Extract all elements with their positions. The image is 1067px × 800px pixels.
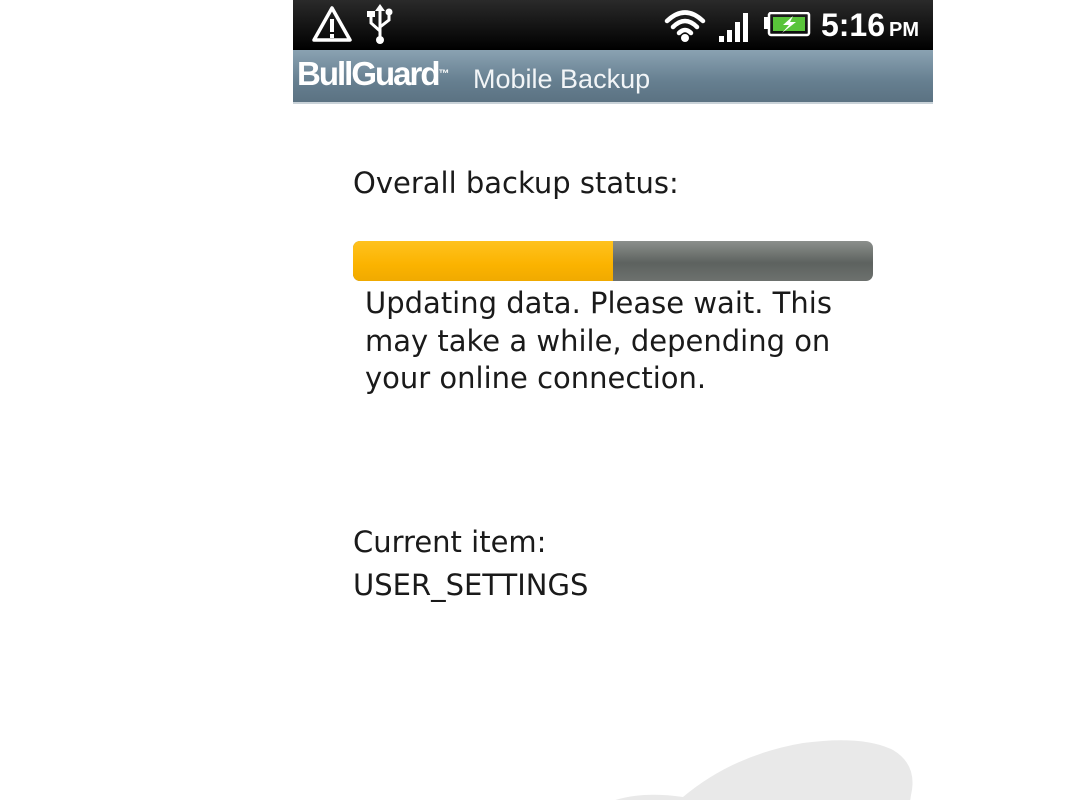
brand-logo: BullGuard™ <box>297 56 450 92</box>
backup-progress-bar <box>353 241 873 281</box>
usb-icon <box>365 3 395 49</box>
clock-ampm: PM <box>889 19 919 41</box>
overall-status-label: Overall backup status: <box>353 166 679 200</box>
signal-icon <box>717 8 755 48</box>
brand-name: BullGuard <box>297 55 441 92</box>
background-watermark-icon <box>593 735 923 800</box>
alert-icon <box>311 5 353 49</box>
current-item-label: Current item: <box>353 525 547 559</box>
app-title-bar: BullGuard™ Mobile Backup <box>293 50 933 104</box>
battery-charging-icon <box>763 11 811 44</box>
product-name: Mobile Backup <box>473 64 651 94</box>
status-message: Updating data. Please wait. This may tak… <box>365 286 832 395</box>
phone-screen: 5:16 PM BullGuard™ Mobile Backup Overall … <box>293 0 933 800</box>
current-item-value: USER_SETTINGS <box>353 568 589 602</box>
clock: 5:16 PM <box>821 6 919 49</box>
progress-fill <box>353 241 613 281</box>
clock-time: 5:16 <box>820 7 885 43</box>
trademark-mark: ™ <box>438 68 450 80</box>
wifi-icon <box>664 6 706 48</box>
status-bar: 5:16 PM <box>293 0 933 50</box>
